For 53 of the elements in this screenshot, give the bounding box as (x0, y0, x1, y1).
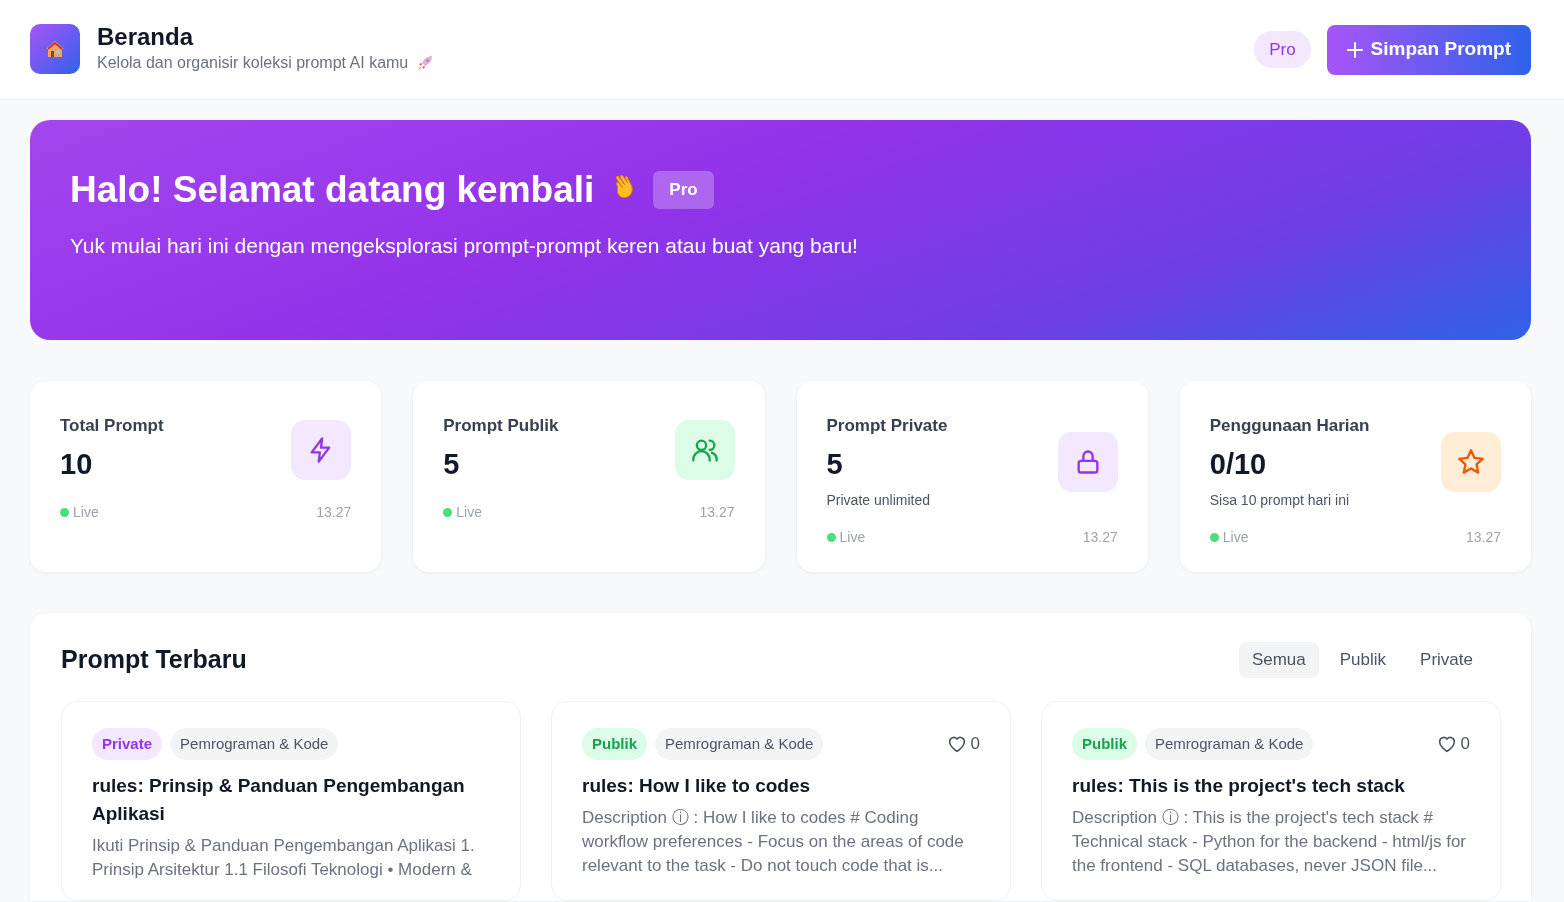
stat-value: 5 (443, 446, 461, 482)
stat-value: 0/10 (1209, 446, 1268, 482)
stat-label: Prompt Publik (443, 415, 559, 437)
welcome-title: Halo! Selamat datang kembali (70, 168, 595, 212)
heart-icon[interactable] (946, 734, 967, 753)
prompt-description: Ikuti Prinsip & Panduan Pengembangan Aplikasi 1. Prinsip Arsitektur 1.1 Filosofi Teknologi • Modern & (92, 835, 476, 881)
page-title: Beranda (97, 24, 195, 51)
prompt-title: rules: Prinsip & Panduan Pengembangan Aplikasi (92, 774, 466, 826)
prompt-title: rules: This is the project's tech stack (1072, 774, 1406, 798)
like-count: 0 (1460, 733, 1470, 755)
welcome-subtitle: Yuk mulai hari ini dengan mengeksplorasi prompt-prompt keren atau buat yang baru! (70, 232, 859, 259)
plus-icon (1346, 41, 1363, 58)
category-tag: Pemrograman & Kode (1145, 727, 1314, 760)
plan-badge: Pro (653, 171, 714, 209)
stat-note: Private unlimited (826, 491, 931, 510)
visibility-tag: Publik (1072, 727, 1137, 760)
update-time: 13.27 (699, 503, 735, 522)
stat-label: Total Prompt (60, 415, 164, 437)
update-time: 13.27 (1082, 528, 1118, 547)
page-subtitle: Kelola dan organisir koleksi prompt AI kamu (97, 52, 409, 73)
stat-label: Penggunaan Harian (1209, 415, 1370, 437)
status-label: Live (839, 528, 866, 547)
visibility-tag: Publik (582, 727, 647, 760)
status-dot (60, 508, 69, 517)
section-title: Prompt Terbaru (61, 644, 247, 675)
house-icon (45, 40, 65, 59)
save-prompt-button[interactable]: Simpan Prompt (1326, 24, 1531, 75)
update-time: 13.27 (316, 503, 352, 522)
status-label: Live (1222, 528, 1249, 547)
prompt-title: rules: How I like to codes (582, 774, 812, 798)
heart-icon[interactable] (1436, 734, 1457, 753)
status-label: Live (73, 503, 99, 522)
status-dot (1209, 533, 1219, 542)
stat-value: 10 (60, 446, 94, 482)
rocket-icon (416, 53, 435, 72)
plan-badge: Pro (1254, 30, 1311, 69)
category-tag: Pemrograman & Kode (655, 727, 824, 760)
filter-tab[interactable]: Publik (1326, 642, 1400, 678)
status-label: Live (456, 503, 482, 522)
status-dot (826, 533, 836, 542)
like-count: 0 (970, 733, 980, 755)
prompt-description: Description ⓘ : How I like to codes # Coding workflow preferences - Focus on the areas of code relevant to the task - Do not touch code that is... (582, 807, 965, 877)
star-icon (1457, 448, 1485, 476)
visibility-tag: Private (92, 727, 163, 760)
stat-value: 5 (826, 446, 844, 482)
status-dot (443, 508, 453, 517)
update-time: 13.27 (1465, 528, 1501, 547)
stat-label: Prompt Private (826, 415, 948, 437)
filter-tab[interactable]: Private (1407, 642, 1486, 678)
category-tag: Pemrograman & Kode (170, 727, 339, 760)
prompt-description: Description ⓘ : This is the project's tech stack # Technical stack - Python for the backend - html/js for the frontend - SQL databases, never JSON file... (1072, 807, 1467, 877)
stat-note: Sisa 10 prompt hari ini (1209, 491, 1351, 510)
filter-tab[interactable]: Semua (1238, 642, 1319, 678)
